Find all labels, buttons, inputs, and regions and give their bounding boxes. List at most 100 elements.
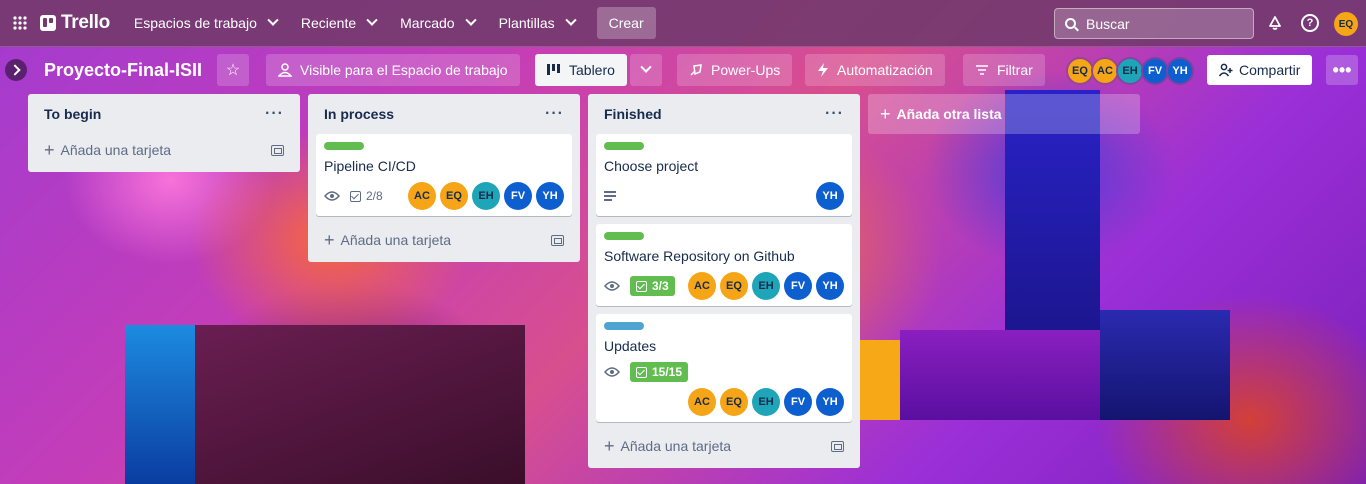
- share-label: Compartir: [1239, 62, 1301, 78]
- notifications-icon[interactable]: [1264, 12, 1286, 34]
- card-title: Choose project: [604, 158, 699, 174]
- search-placeholder: Buscar: [1086, 15, 1130, 32]
- checklist-badge: 2/8: [350, 189, 383, 203]
- share-button[interactable]: Compartir: [1207, 55, 1313, 85]
- list-header: In process ···: [316, 94, 572, 134]
- filter-button[interactable]: Filtrar: [963, 54, 1045, 86]
- member-avatar[interactable]: YH: [1166, 57, 1194, 85]
- visibility-label: Visible para el Espacio de trabajo: [300, 62, 508, 78]
- visibility-button[interactable]: Visible para el Espacio de trabajo: [266, 54, 520, 86]
- list-menu-icon[interactable]: ···: [825, 105, 844, 123]
- board-menu-button[interactable]: •••: [1326, 55, 1358, 85]
- member-avatar[interactable]: EH: [1116, 57, 1144, 85]
- search-input[interactable]: Buscar: [1054, 8, 1254, 39]
- help-icon[interactable]: ?: [1299, 12, 1321, 34]
- member-avatar[interactable]: EH: [752, 388, 780, 416]
- add-card-button[interactable]: + Añada una tarjeta: [596, 430, 852, 462]
- member-avatar[interactable]: FV: [1141, 57, 1169, 85]
- filter-label: Filtrar: [997, 62, 1033, 78]
- card-label-green[interactable]: [604, 232, 644, 240]
- nav-templates-menu[interactable]: Plantillas: [487, 7, 587, 39]
- card-template-icon[interactable]: [831, 440, 844, 452]
- add-list-button[interactable]: + Añada otra lista: [868, 94, 1140, 134]
- board-title[interactable]: Proyecto-Final-ISII: [44, 60, 202, 81]
- background-shape: [860, 340, 900, 420]
- list-title[interactable]: In process: [324, 106, 394, 122]
- chevron-down-icon: [464, 14, 477, 26]
- member-avatar[interactable]: EQ: [440, 182, 468, 210]
- app-switcher-icon[interactable]: [4, 7, 36, 39]
- member-avatar[interactable]: EQ: [720, 388, 748, 416]
- create-button[interactable]: Crear: [596, 7, 656, 39]
- member-avatar[interactable]: FV: [784, 388, 812, 416]
- member-avatar[interactable]: YH: [536, 182, 564, 210]
- member-avatar[interactable]: AC: [1091, 57, 1119, 85]
- list-title[interactable]: To begin: [44, 106, 101, 122]
- chevron-down-icon: [564, 14, 577, 26]
- plus-icon: +: [44, 140, 55, 160]
- filter-icon: [976, 65, 988, 75]
- plus-icon: +: [604, 436, 615, 456]
- member-avatar[interactable]: EQ: [1066, 57, 1094, 85]
- list-title[interactable]: Finished: [604, 106, 662, 122]
- add-card-label: Añada una tarjeta: [620, 438, 732, 454]
- card-pipeline[interactable]: Pipeline CI/CD 2/8 AC EQ EH FV YH: [316, 134, 572, 216]
- member-avatar[interactable]: YH: [816, 388, 844, 416]
- chevron-down-icon: [366, 14, 378, 26]
- nav-workspaces-menu[interactable]: Espacios de trabajo: [122, 7, 289, 39]
- add-card-button[interactable]: + Añada una tarjeta: [36, 134, 292, 166]
- member-avatar[interactable]: YH: [816, 272, 844, 300]
- member-avatar[interactable]: EH: [472, 182, 500, 210]
- powerups-button[interactable]: Power-Ups: [677, 54, 793, 86]
- member-avatar[interactable]: YH: [816, 182, 844, 210]
- card-choose-project[interactable]: Choose project YH: [596, 134, 852, 216]
- star-board-button[interactable]: ☆: [217, 54, 249, 86]
- checklist-icon: [636, 280, 647, 292]
- nav-starred-menu[interactable]: Marcado: [388, 7, 486, 39]
- star-icon: ☆: [225, 62, 241, 79]
- card-software-repository[interactable]: Software Repository on Github 3/3 AC EQ …: [596, 224, 852, 306]
- board-header: Proyecto-Final-ISII ☆ Visible para el Es…: [0, 47, 1366, 93]
- background-shape: [195, 325, 525, 484]
- member-avatar[interactable]: AC: [408, 182, 436, 210]
- nav-recent-menu[interactable]: Reciente: [289, 7, 388, 39]
- member-avatar[interactable]: FV: [504, 182, 532, 210]
- card-template-icon[interactable]: [551, 234, 564, 246]
- member-avatar[interactable]: FV: [784, 272, 812, 300]
- view-switcher-button[interactable]: [630, 54, 662, 86]
- list-to-begin: To begin ··· + Añada una tarjeta: [28, 94, 300, 172]
- list-header: To begin ···: [36, 94, 292, 134]
- member-avatar[interactable]: AC: [688, 272, 716, 300]
- nav-starred-label: Marcado: [400, 15, 455, 31]
- top-navigation: Trello Espacios de trabajo Reciente Marc…: [0, 0, 1366, 47]
- user-avatar[interactable]: EQ: [1334, 12, 1358, 36]
- list-header: Finished ···: [596, 94, 852, 134]
- add-card-button[interactable]: + Añada una tarjeta: [316, 224, 572, 256]
- board-view-button[interactable]: Tablero: [535, 54, 627, 86]
- background-shape: [1100, 310, 1230, 420]
- card-updates[interactable]: Updates 15/15 AC EQ EH FV YH: [596, 314, 852, 422]
- expand-sidebar-button[interactable]: [5, 59, 27, 81]
- list-menu-icon[interactable]: ···: [545, 105, 564, 123]
- card-label-blue[interactable]: [604, 322, 644, 330]
- checklist-badge: 3/3: [630, 276, 675, 296]
- nav-templates-label: Plantillas: [498, 15, 555, 31]
- rocket-icon: [690, 64, 702, 76]
- trello-logo[interactable]: Trello: [40, 12, 110, 34]
- chevron-down-icon: [640, 61, 652, 73]
- list-menu-icon[interactable]: ···: [265, 105, 284, 123]
- eye-icon: [604, 367, 620, 377]
- plus-icon: +: [324, 230, 335, 250]
- add-list-label: Añada otra lista: [896, 106, 1002, 122]
- member-avatar[interactable]: EQ: [720, 272, 748, 300]
- background-shape: [125, 325, 195, 484]
- member-avatar[interactable]: AC: [688, 388, 716, 416]
- people-icon: [278, 63, 292, 77]
- automation-button[interactable]: Automatización: [805, 54, 945, 86]
- card-label-green[interactable]: [324, 142, 364, 150]
- member-avatar[interactable]: EH: [752, 272, 780, 300]
- card-label-green[interactable]: [604, 142, 644, 150]
- description-icon: [604, 191, 616, 201]
- board-members: EQ AC EH FV YH: [1066, 57, 1194, 85]
- card-template-icon[interactable]: [271, 144, 284, 156]
